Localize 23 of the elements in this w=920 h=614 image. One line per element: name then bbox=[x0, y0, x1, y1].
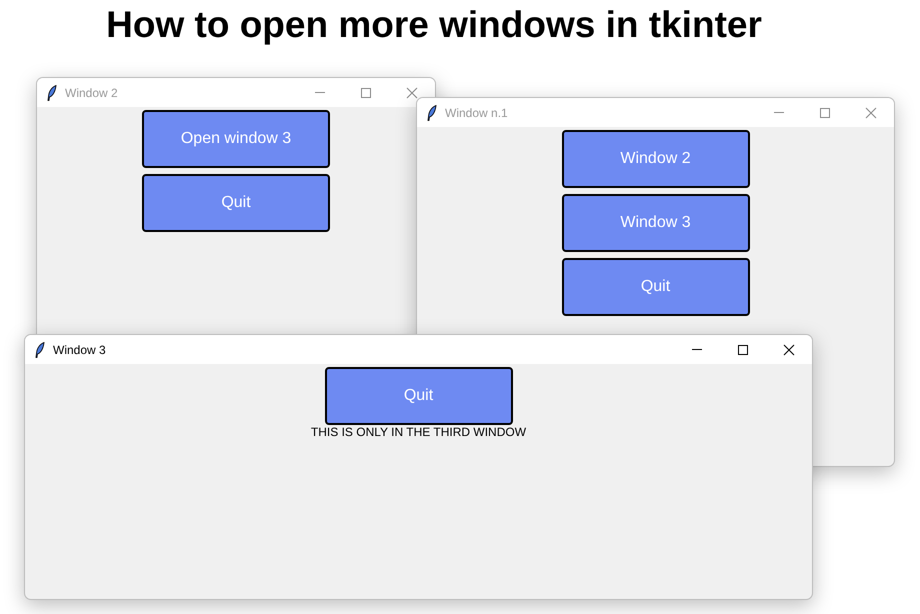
feather-icon bbox=[47, 84, 57, 100]
feather-icon bbox=[427, 104, 437, 120]
close-icon bbox=[783, 344, 795, 356]
window-title: Window 2 bbox=[65, 86, 119, 100]
minimize-icon bbox=[314, 92, 326, 93]
close-icon bbox=[406, 86, 418, 98]
info-label: THIS IS ONLY IN THE THIRD WINDOW bbox=[310, 425, 526, 439]
window-button[interactable]: Quit bbox=[324, 367, 512, 425]
window-button[interactable]: Window 2 bbox=[562, 130, 750, 188]
maximize-icon bbox=[737, 344, 749, 356]
close-icon bbox=[865, 106, 877, 118]
maximize-icon bbox=[819, 106, 831, 118]
feather-icon bbox=[35, 342, 45, 358]
window-button[interactable]: Open window 3 bbox=[142, 110, 330, 168]
page-heading: How to open more windows in tkinter bbox=[106, 4, 762, 46]
window-button[interactable]: Quit bbox=[142, 174, 330, 232]
window-title: Window n.1 bbox=[445, 106, 509, 120]
maximize-icon bbox=[360, 86, 372, 98]
minimize-icon bbox=[773, 112, 785, 113]
window-button[interactable]: Window 3 bbox=[562, 194, 750, 252]
window-button[interactable]: Quit bbox=[562, 258, 750, 316]
minimize-icon bbox=[691, 349, 703, 350]
window-title: Window 3 bbox=[53, 342, 107, 356]
